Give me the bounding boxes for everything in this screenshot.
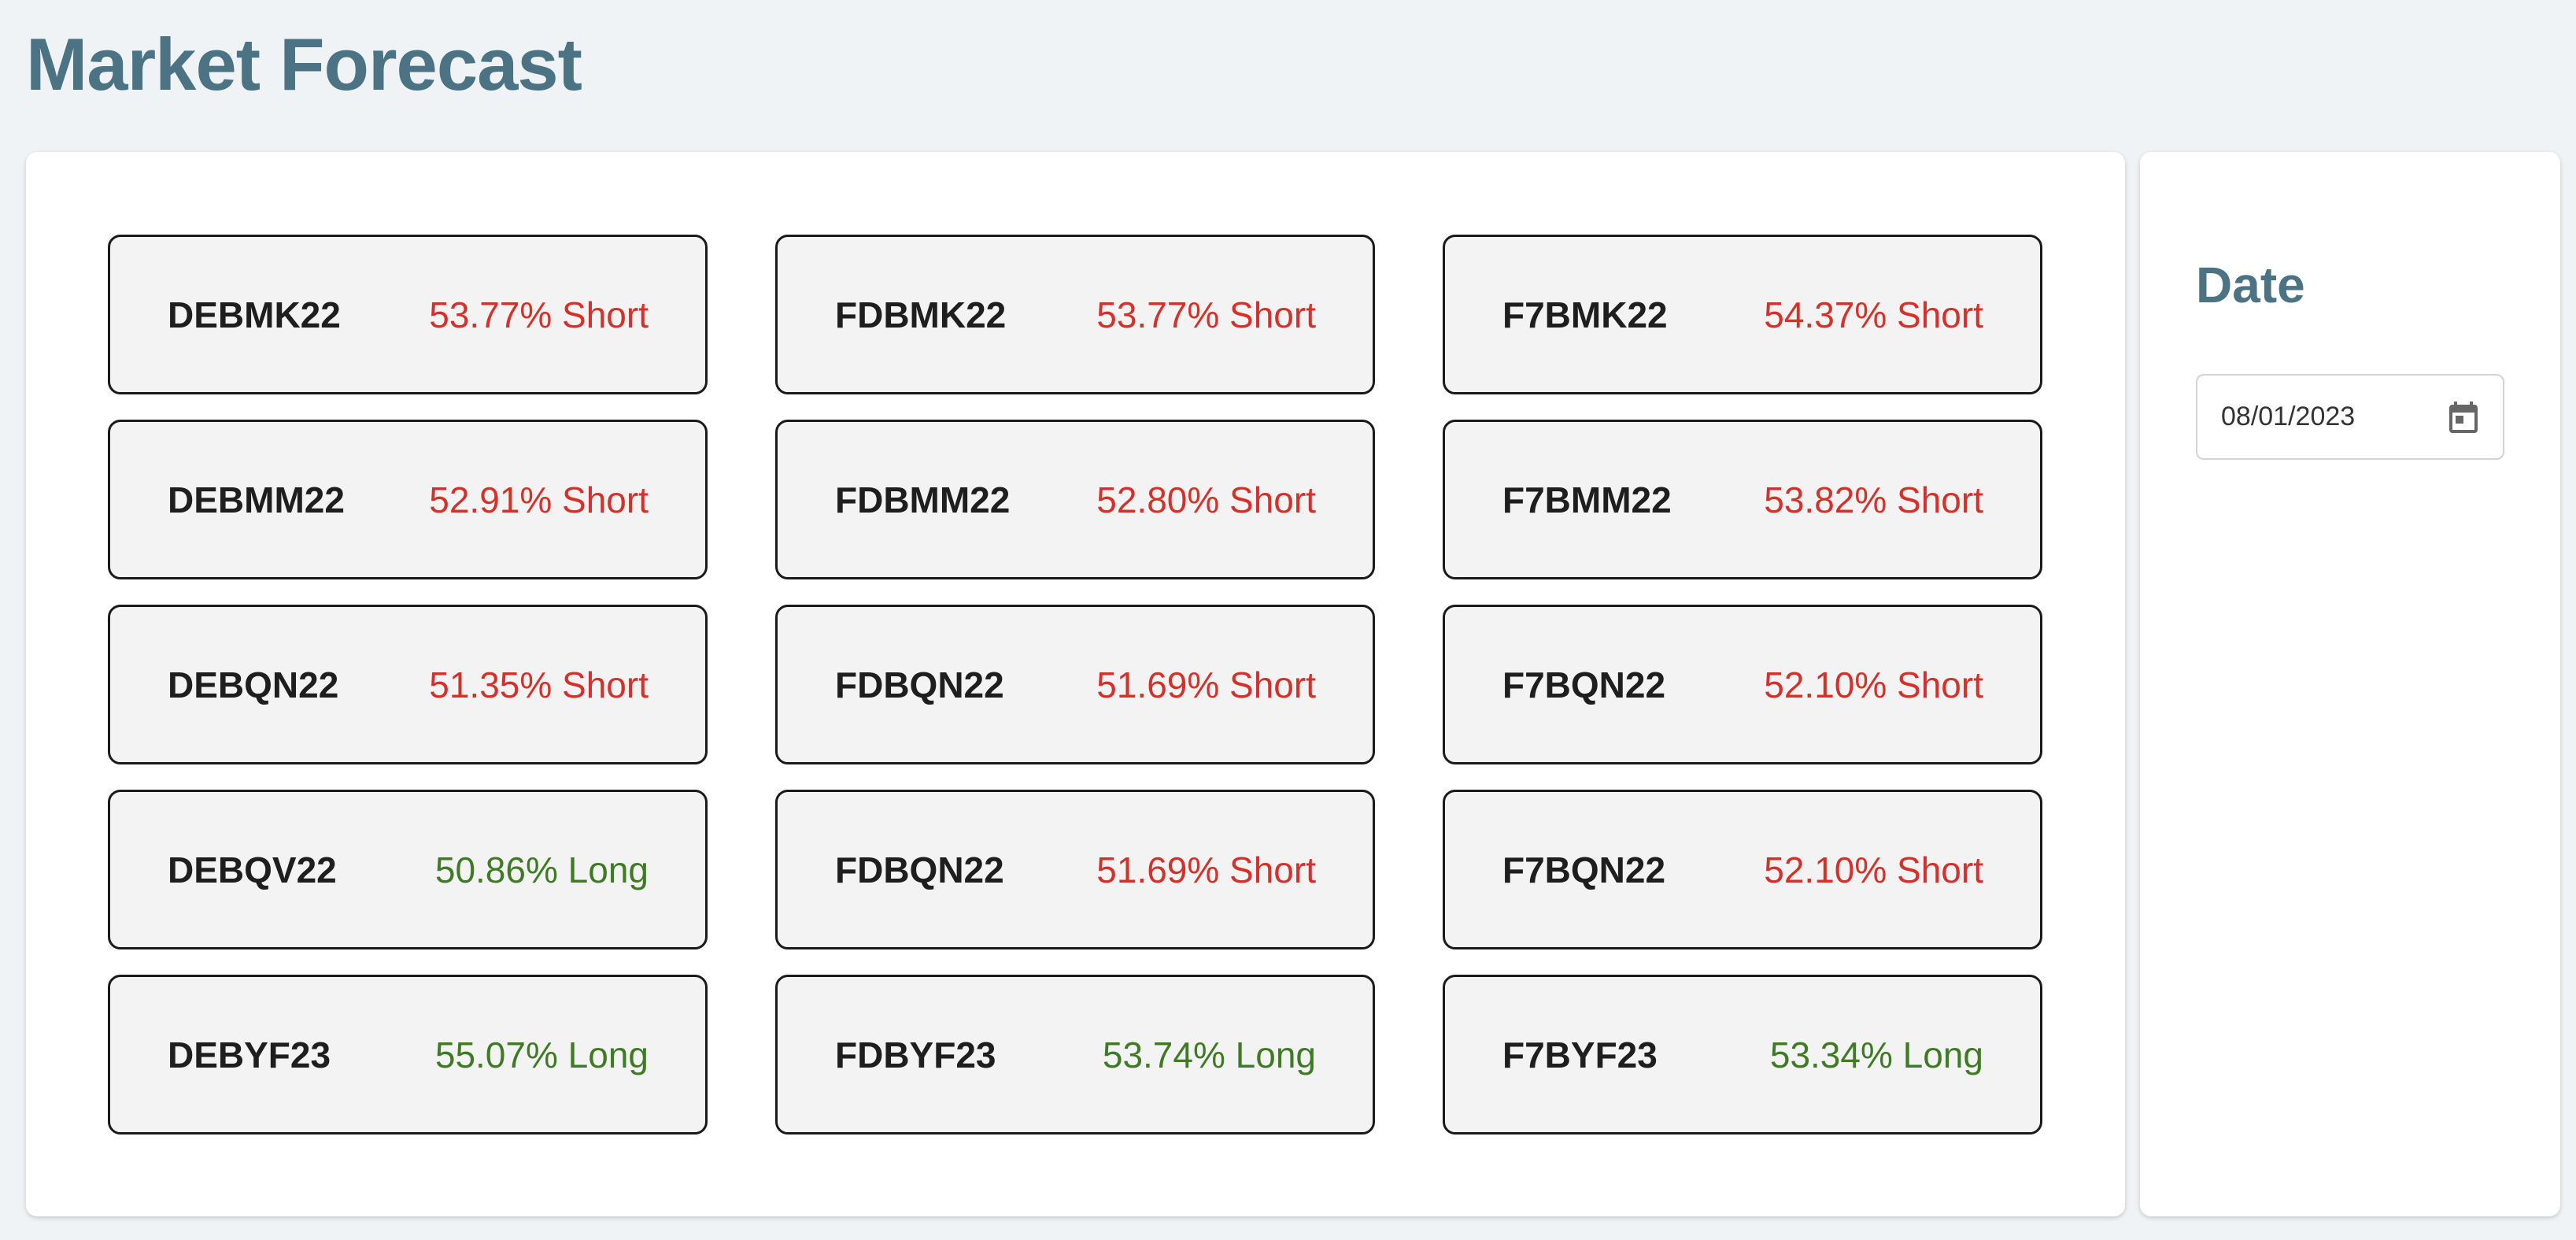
signal-value: 53.74% Long — [1102, 1034, 1316, 1075]
page-title: Market Forecast — [26, 23, 582, 105]
forecast-card[interactable]: FDBQN22 51.69% Short — [775, 605, 1375, 764]
forecast-card[interactable]: FDBYF23 53.74% Long — [775, 975, 1375, 1135]
forecast-card[interactable]: DEBYF23 55.07% Long — [108, 975, 708, 1135]
ticker-label: F7BMM22 — [1502, 479, 1672, 520]
ticker-label: DEBYF23 — [168, 1034, 331, 1075]
forecast-card[interactable]: F7BMK22 54.37% Short — [1443, 235, 2042, 394]
date-field[interactable] — [2196, 374, 2504, 460]
ticker-label: FDBQN22 — [835, 664, 1004, 705]
signal-value: 53.77% Short — [429, 294, 649, 335]
ticker-label: F7BYF23 — [1502, 1034, 1658, 1075]
forecast-card[interactable]: FDBMM22 52.80% Short — [775, 420, 1375, 579]
forecast-card[interactable]: DEBMK22 53.77% Short — [108, 235, 708, 394]
forecast-card[interactable]: F7BYF23 53.34% Long — [1443, 975, 2042, 1135]
ticker-label: FDBYF23 — [835, 1034, 996, 1075]
ticker-label: DEBMK22 — [168, 294, 341, 335]
signal-value: 53.77% Short — [1096, 294, 1316, 335]
calendar-icon[interactable] — [2445, 398, 2482, 437]
forecast-card[interactable]: DEBQN22 51.35% Short — [108, 605, 708, 764]
signal-value: 52.10% Short — [1764, 664, 1983, 705]
date-panel: Date — [2140, 152, 2560, 1216]
ticker-label: F7BQN22 — [1502, 664, 1666, 705]
forecast-card[interactable]: FDBQN22 51.69% Short — [775, 790, 1375, 949]
date-input[interactable] — [2221, 376, 2441, 458]
ticker-label: DEBMM22 — [168, 479, 345, 520]
forecast-card[interactable]: F7BMM22 53.82% Short — [1443, 420, 2042, 579]
ticker-label: F7BMK22 — [1502, 294, 1668, 335]
ticker-label: DEBQV22 — [168, 849, 337, 890]
date-panel-title: Date — [2196, 257, 2305, 313]
signal-value: 52.91% Short — [429, 479, 649, 520]
forecast-card[interactable]: F7BQN22 52.10% Short — [1443, 790, 2042, 949]
ticker-label: FDBMM22 — [835, 479, 1011, 520]
signal-value: 52.80% Short — [1096, 479, 1316, 520]
forecast-card[interactable]: DEBMM22 52.91% Short — [108, 420, 708, 579]
signal-value: 51.69% Short — [1096, 664, 1316, 705]
signal-value: 51.69% Short — [1096, 849, 1316, 890]
forecast-card[interactable]: FDBMK22 53.77% Short — [775, 235, 1375, 394]
signal-value: 52.10% Short — [1764, 849, 1983, 890]
signal-value: 54.37% Short — [1764, 294, 1983, 335]
ticker-label: DEBQN22 — [168, 664, 339, 705]
forecast-panel: DEBMK22 53.77% Short FDBMK22 53.77% Shor… — [26, 152, 2125, 1216]
ticker-label: F7BQN22 — [1502, 849, 1666, 890]
ticker-label: FDBMK22 — [835, 294, 1007, 335]
signal-value: 53.82% Short — [1764, 479, 1983, 520]
ticker-label: FDBQN22 — [835, 849, 1004, 890]
signal-value: 50.86% Long — [434, 849, 649, 890]
forecast-card[interactable]: F7BQN22 52.10% Short — [1443, 605, 2042, 764]
signal-value: 53.34% Long — [1769, 1034, 1983, 1075]
signal-value: 55.07% Long — [434, 1034, 649, 1075]
forecast-card[interactable]: DEBQV22 50.86% Long — [108, 790, 708, 949]
forecast-grid: DEBMK22 53.77% Short FDBMK22 53.77% Shor… — [108, 235, 2042, 1135]
signal-value: 51.35% Short — [429, 664, 649, 705]
